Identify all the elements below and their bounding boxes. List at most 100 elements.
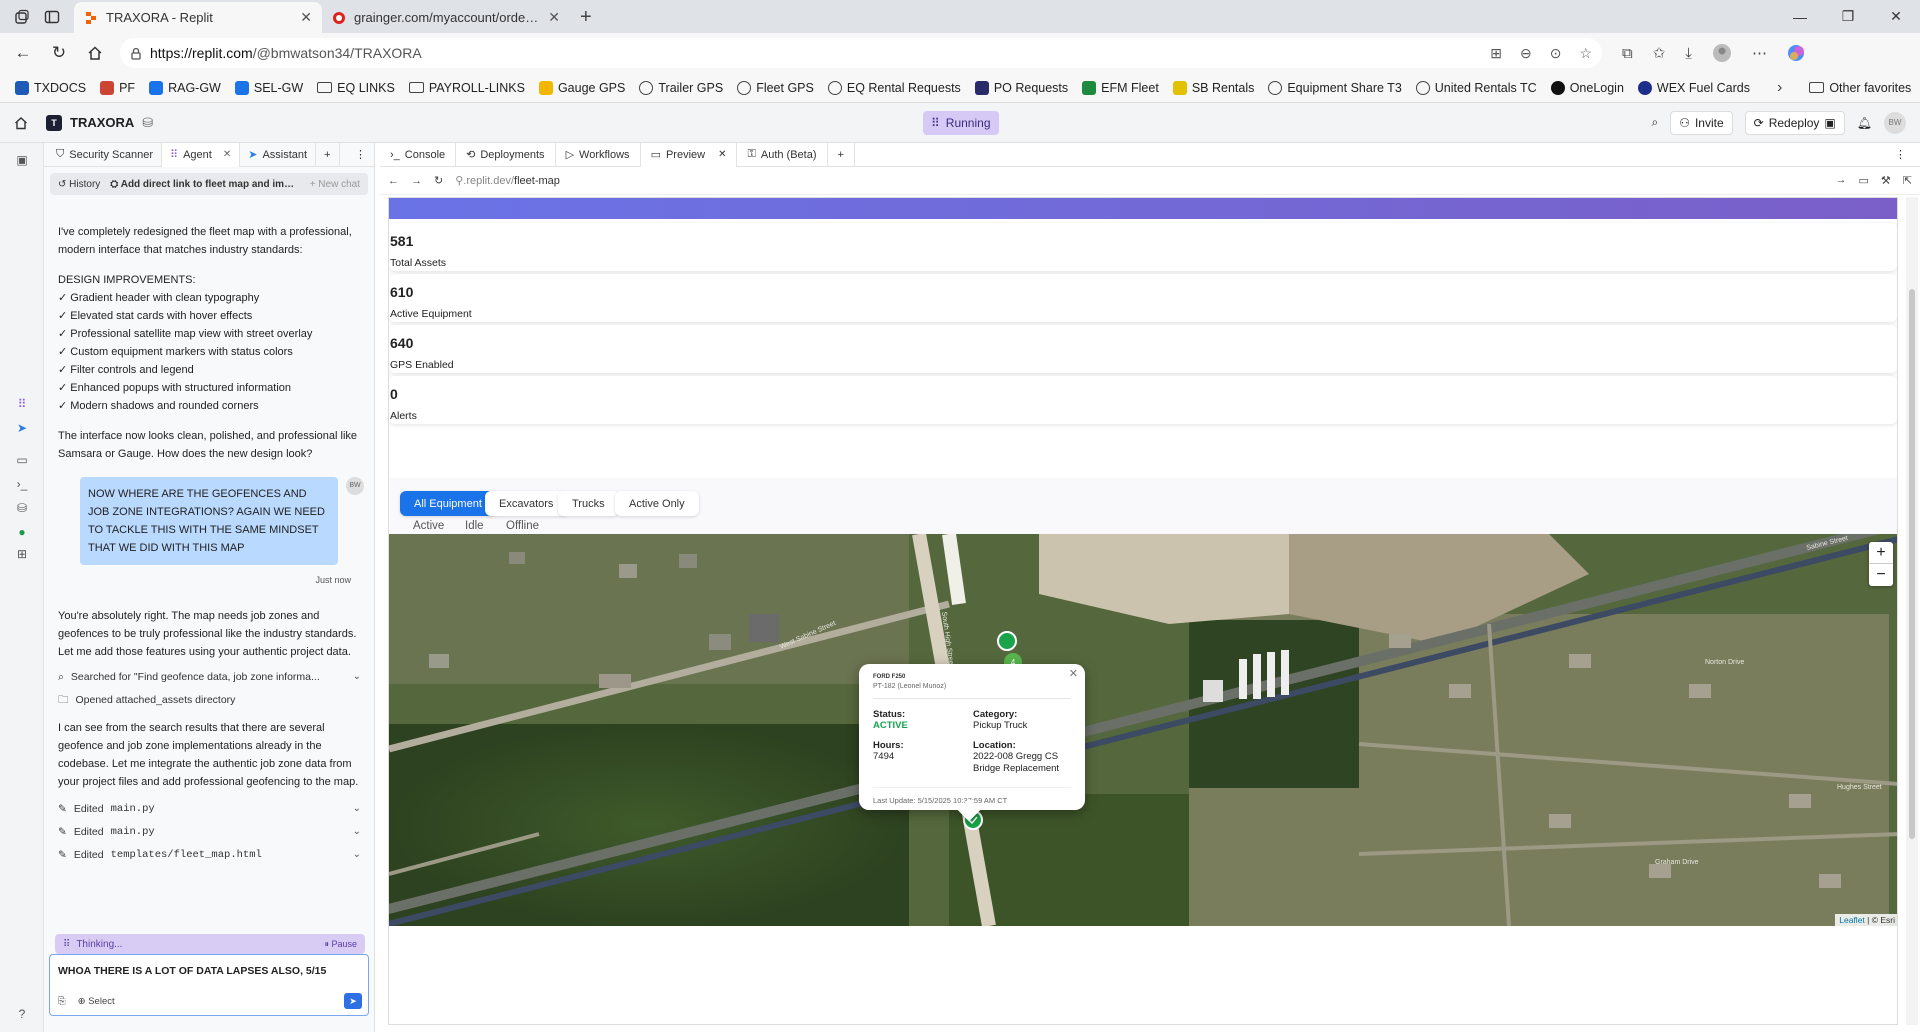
tab-auth[interactable]: ⚿ Auth (Beta): [737, 142, 828, 167]
notifications-bell-icon[interactable]: 🔔︎: [1857, 116, 1872, 130]
open-external-icon[interactable]: ⇱: [1903, 174, 1912, 187]
bookmark-txdocs[interactable]: TXDOCS: [8, 80, 93, 95]
tab-assistant[interactable]: ➤ Assistant: [240, 142, 317, 167]
preview-rail-icon[interactable]: ▭: [13, 451, 31, 469]
database-icon[interactable]: ⛁: [142, 115, 153, 131]
tab-workflows[interactable]: ▷ Workflows: [556, 142, 641, 167]
chevron-down-icon[interactable]: ⌄: [353, 846, 361, 864]
favorite-star-icon[interactable]: ☆: [1579, 45, 1592, 62]
app-available-icon[interactable]: ⊞: [1490, 45, 1502, 62]
preview-url[interactable]: ⚲.replit.dev/fleet-map: [455, 174, 560, 187]
deploy-options-icon[interactable]: ▣: [1824, 116, 1835, 130]
bookmark-sb-rentals[interactable]: SB Rentals: [1166, 80, 1262, 95]
avatar[interactable]: BW: [1884, 111, 1906, 134]
close-tab-icon[interactable]: ✕: [548, 9, 560, 26]
close-icon[interactable]: ✕: [223, 149, 231, 160]
bookmark-pf[interactable]: PF: [93, 80, 142, 95]
attach-icon[interactable]: ⎘: [58, 996, 66, 1007]
close-icon[interactable]: ✕: [1069, 667, 1078, 680]
bookmark-payroll-links[interactable]: PAYROLL-LINKS: [402, 81, 532, 95]
filter-trucks-button[interactable]: Trucks: [558, 491, 619, 516]
edit-action[interactable]: ✎ Edited main.py ⌄: [58, 820, 361, 843]
pane-menu-icon[interactable]: ⋮: [355, 148, 374, 161]
home-icon[interactable]: [80, 38, 110, 68]
edit-action[interactable]: ✎ Edited templates/fleet_map.html ⌄: [58, 843, 361, 866]
console-rail-icon[interactable]: ›_: [13, 475, 31, 493]
tab-preview[interactable]: ▭ Preview ✕: [640, 142, 738, 167]
chevron-down-icon[interactable]: ⌄: [353, 800, 361, 818]
redeploy-button[interactable]: ⟳ Redeploy ▣: [1744, 110, 1845, 135]
new-pane-tab-button[interactable]: +: [828, 142, 855, 167]
workspaces-icon[interactable]: [14, 9, 30, 25]
files-toggle-icon[interactable]: ▣: [13, 151, 31, 169]
edit-action[interactable]: ✎ Edited main.py ⌄: [58, 797, 361, 820]
satellite-map[interactable]: West Sabine Street South High Street Nor…: [389, 534, 1897, 926]
tab-actions-icon[interactable]: [44, 9, 60, 25]
zoom-out-button[interactable]: −: [1869, 564, 1893, 586]
bookmark-po-requests[interactable]: PO Requests: [968, 80, 1075, 95]
database-rail-icon[interactable]: ⛁: [13, 499, 31, 517]
chat-input-value[interactable]: WHOA THERE IS A LOT OF DATA LAPSES ALSO,…: [58, 965, 326, 977]
close-window-icon[interactable]: ✕: [1872, 0, 1920, 33]
search-action[interactable]: ⌕ Searched for "Find geofence data, job z…: [58, 665, 361, 688]
reload-icon[interactable]: ↻: [434, 174, 443, 187]
pane-menu-icon[interactable]: ⋮: [1895, 148, 1920, 161]
thread-title[interactable]: ⛭ Add direct link to fleet map and impro…: [110, 179, 299, 190]
zoom-in-button[interactable]: +: [1869, 542, 1893, 564]
history-button[interactable]: ↺ History: [58, 179, 100, 190]
close-icon[interactable]: ✕: [718, 149, 726, 160]
browser-tab-replit[interactable]: TRAXORA - Replit ✕: [74, 2, 322, 33]
bookmark-sel-gw[interactable]: SEL-GW: [228, 80, 310, 95]
copilot-icon[interactable]: [1787, 44, 1805, 62]
invite-button[interactable]: ⚇ Invite: [1670, 110, 1733, 135]
bookmark-wex-fuel-cards[interactable]: WEX Fuel Cards: [1631, 80, 1757, 95]
bookmark-eq-links[interactable]: EQ LINKS: [310, 81, 402, 95]
project-title[interactable]: T TRAXORA ⛁: [46, 114, 153, 131]
tab-agent[interactable]: ⠿ Agent ✕: [162, 142, 241, 167]
chevron-right-icon[interactable]: ›: [1757, 79, 1802, 97]
bookmark-gauge-gps[interactable]: Gauge GPS: [532, 80, 632, 95]
deployments-rail-icon[interactable]: ➤: [13, 419, 31, 437]
profile-icon[interactable]: [1712, 43, 1732, 63]
forward-icon[interactable]: →: [411, 175, 422, 187]
chevron-down-icon[interactable]: ⌄: [353, 823, 361, 841]
go-icon[interactable]: →: [1836, 174, 1847, 187]
other-favorites[interactable]: Other favorites: [1802, 81, 1918, 95]
send-button[interactable]: ➤: [344, 993, 362, 1009]
bookmark-onelogin[interactable]: OneLogin: [1544, 80, 1631, 95]
back-icon[interactable]: ←: [388, 175, 399, 187]
favorites-icon[interactable]: ✩: [1653, 44, 1666, 62]
bookmark-rag-gw[interactable]: RAG-GW: [142, 80, 228, 95]
bookmark-eq-rental-requests[interactable]: EQ Rental Requests: [821, 80, 968, 95]
filter-all-equipment-button[interactable]: All Equipment: [400, 491, 496, 516]
all-tools-icon[interactable]: ⊞: [13, 545, 31, 563]
more-tools-icon[interactable]: ⊙: [1550, 45, 1562, 62]
equipment-marker[interactable]: [997, 631, 1017, 651]
search-icon[interactable]: ⌕: [1651, 115, 1658, 130]
bookmark-efm-fleet[interactable]: EFM Fleet: [1075, 80, 1166, 95]
bookmark-fleet-gps[interactable]: Fleet GPS: [730, 80, 821, 95]
agent-rail-icon[interactable]: ⠿: [13, 395, 31, 413]
leaflet-link[interactable]: Leaflet: [1839, 915, 1865, 925]
bookmark-united-rentals[interactable]: United Rentals TC: [1409, 80, 1544, 95]
run-status-button[interactable]: ⠿ Running: [923, 111, 999, 135]
open-action[interactable]: 🗀 Opened attached_assets directory: [58, 688, 361, 711]
pause-button[interactable]: ⏸ Pause: [324, 939, 357, 950]
zoom-icon[interactable]: ⊖: [1520, 45, 1532, 62]
chevron-down-icon[interactable]: ⌄: [353, 668, 361, 686]
browser-tab-grainger[interactable]: grainger.com/myaccount/orderd... ✕: [322, 2, 570, 33]
help-icon[interactable]: ?: [13, 1005, 31, 1023]
secrets-rail-icon[interactable]: ●: [13, 523, 31, 541]
settings-more-icon[interactable]: ⋯: [1752, 44, 1767, 62]
close-tab-icon[interactable]: ✕: [300, 9, 312, 26]
tab-security-scanner[interactable]: ⛉ Security Scanner: [48, 142, 163, 167]
bookmark-equipment-share[interactable]: Equipment Share T3: [1261, 80, 1408, 95]
refresh-icon[interactable]: ↻: [44, 38, 74, 68]
back-icon[interactable]: ←: [8, 38, 38, 68]
device-icon[interactable]: ▭: [1859, 174, 1869, 187]
url-field[interactable]: https://replit.com/@bmwatson34/TRAXORA ⊞…: [120, 38, 1602, 68]
bookmark-trailer-gps[interactable]: Trailer GPS: [632, 80, 730, 95]
scrollbar-thumb[interactable]: [1909, 289, 1915, 839]
restore-icon[interactable]: ❐: [1824, 0, 1872, 33]
select-button[interactable]: ⊕ Select: [78, 996, 115, 1007]
